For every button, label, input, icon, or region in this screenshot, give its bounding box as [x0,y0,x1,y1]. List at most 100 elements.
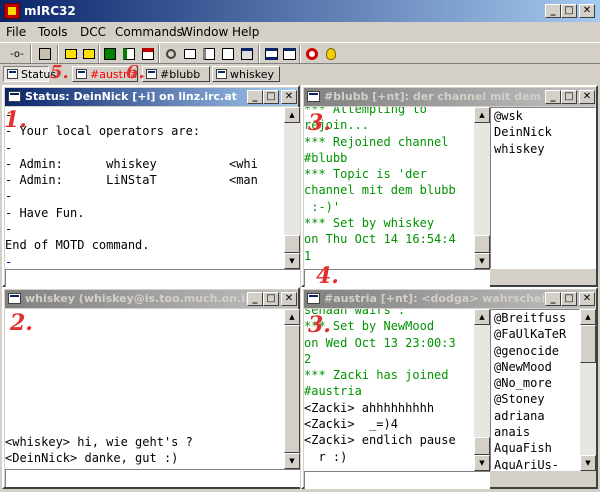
maximize-button[interactable]: □ [561,4,577,18]
menu-window[interactable]: Window [181,25,228,39]
austria-window-titlebar[interactable]: #austria [+nt]: <dodga> wahrscheinlich _… [304,290,595,308]
toolbar-separator [158,45,160,63]
nick-list-item[interactable]: AquAriUs- [494,457,579,470]
query-scrollbar[interactable]: ▲ ▼ [284,309,300,469]
window-maximize-button[interactable]: □ [263,90,279,104]
menu-tools[interactable]: Tools [38,25,68,39]
menu-help[interactable]: Help [232,25,259,39]
window-close-button[interactable]: ✕ [579,90,595,104]
nick-list-item[interactable]: AquaFish [494,440,579,456]
connect-icon[interactable]: -o- [8,46,26,62]
status-input-field[interactable] [5,269,300,287]
annotation-number: 4. [316,263,339,289]
austria-scrollbar[interactable]: ▲ ▼ [474,309,490,471]
scroll-up-button[interactable]: ▲ [580,309,596,325]
status-window[interactable]: Status: DeinNick [+i] on linz.irc.at _ □… [2,85,300,287]
main-title-bar[interactable]: mIRC32 _ □ ✕ [0,0,600,22]
nick-list-item[interactable]: @Breitfuss [494,310,579,326]
blubb-channel-window[interactable]: #blubb [+nt]: der channel mit dem blubb … [301,85,598,287]
menu-file[interactable]: File [6,25,26,39]
query-window-titlebar[interactable]: whiskey (whiskey@is.too.much.on.irc.at) … [5,290,297,308]
scroll-thumb[interactable] [284,235,300,253]
minimize-button[interactable]: _ [545,4,561,18]
window-maximize-button[interactable]: □ [561,292,577,306]
nick-list-item[interactable]: @wsk [494,108,595,124]
query-input-field[interactable] [5,469,300,487]
switchbar-tab-status[interactable]: Status [3,66,56,82]
query-message-area[interactable]: <whiskey> hi, wie geht's ? <DeinNick> da… [5,309,284,469]
nick-list-item[interactable]: whiskey [494,141,595,157]
window-minimize-button[interactable]: _ [545,292,561,306]
nick-list-item[interactable]: @Stoney [494,391,579,407]
nick-list-item[interactable]: @NewMood [494,359,579,375]
window-minimize-button[interactable]: _ [247,292,263,306]
tile-vertical-icon[interactable] [280,46,298,62]
scroll-up-button[interactable]: ▲ [474,309,490,325]
finger-icon[interactable] [200,46,218,62]
scroll-up-button[interactable]: ▲ [284,309,300,325]
blubb-window-titlebar[interactable]: #blubb [+nt]: der channel mit dem blubb … [304,88,595,106]
nick-list-item[interactable]: anais [494,424,579,440]
window-close-button[interactable]: ✕ [281,90,297,104]
dcc-send-icon[interactable] [162,46,180,62]
nick-list-item[interactable]: DeinNick [494,124,595,140]
switchbar-tab-whiskey[interactable]: whiskey [212,66,280,82]
tile-horizontal-icon[interactable] [262,46,280,62]
scroll-thumb[interactable] [284,325,300,453]
nick-list-item[interactable]: @FaUlKaTeR [494,326,579,342]
scroll-thumb[interactable] [474,437,490,455]
logs-icon[interactable] [238,46,256,62]
scroll-down-button[interactable]: ▼ [474,253,490,269]
status-message-area[interactable]: - - Your local operators are: - - Admin:… [5,107,284,269]
query-window-whiskey[interactable]: whiskey (whiskey@is.too.much.on.irc.at) … [2,287,300,489]
scroll-up-button[interactable]: ▲ [284,107,300,123]
window-minimize-button[interactable]: _ [545,90,561,104]
about-icon[interactable] [322,46,340,62]
switchbar-tab-label: whiskey [230,68,275,81]
window-maximize-button[interactable]: □ [561,90,577,104]
window-minimize-button[interactable]: _ [247,90,263,104]
scroll-down-button[interactable]: ▼ [284,453,300,469]
menu-bar: File Tools DCC Commands Window Help [0,22,600,42]
channel-window-icon[interactable] [307,91,320,102]
status-window-icon[interactable] [8,91,21,102]
close-button[interactable]: ✕ [579,4,595,18]
channel-window-icon[interactable] [307,293,320,304]
nick-list-scrollbar[interactable]: ▲ ▼ [580,309,596,471]
scroll-down-button[interactable]: ▼ [474,455,490,471]
austria-input-field[interactable] [304,471,490,489]
nick-list-item[interactable]: adriana [494,408,579,424]
dcc-chat-icon[interactable] [181,46,199,62]
menu-dcc[interactable]: DCC [80,25,106,39]
switchbar-tab-blubb[interactable]: #blubb [142,66,210,82]
scroll-thumb[interactable] [474,235,490,253]
nick-list-item[interactable]: @No_more [494,375,579,391]
window-maximize-button[interactable]: □ [263,292,279,306]
austria-nick-list[interactable]: @Breitfuss @FaUlKaTeR @genocide @NewMood… [490,309,580,471]
blubb-nick-list[interactable]: @wsk DeinNick whiskey [490,107,596,269]
address-book-icon[interactable] [101,46,119,62]
scroll-up-button[interactable]: ▲ [474,107,490,123]
mirc-app-icon[interactable] [4,3,20,19]
script-editor-icon[interactable] [139,46,157,62]
help-icon[interactable] [303,46,321,62]
blubb-scrollbar[interactable]: ▲ ▼ [474,107,490,269]
options-icon[interactable] [36,46,54,62]
window-close-button[interactable]: ✕ [579,292,595,306]
window-close-button[interactable]: ✕ [281,292,297,306]
annotation-number: 3. [308,312,331,338]
channel-list-icon[interactable] [62,46,80,62]
austria-channel-window[interactable]: #austria [+nt]: <dodga> wahrscheinlich _… [301,287,598,489]
status-line: - Admin: LiNStaT <man [5,173,258,188]
channels-folder-icon[interactable] [80,46,98,62]
menu-commands[interactable]: Commands [115,25,183,39]
received-files-icon[interactable] [219,46,237,62]
query-window-icon[interactable] [8,293,21,304]
scroll-down-button[interactable]: ▼ [580,455,596,471]
scroll-down-button[interactable]: ▼ [284,253,300,269]
scroll-thumb[interactable] [580,325,596,363]
status-scrollbar[interactable]: ▲ ▼ [284,107,300,269]
status-window-titlebar[interactable]: Status: DeinNick [+i] on linz.irc.at _ □… [5,88,297,106]
nick-list-item[interactable]: @genocide [494,343,579,359]
notify-list-icon[interactable] [120,46,138,62]
